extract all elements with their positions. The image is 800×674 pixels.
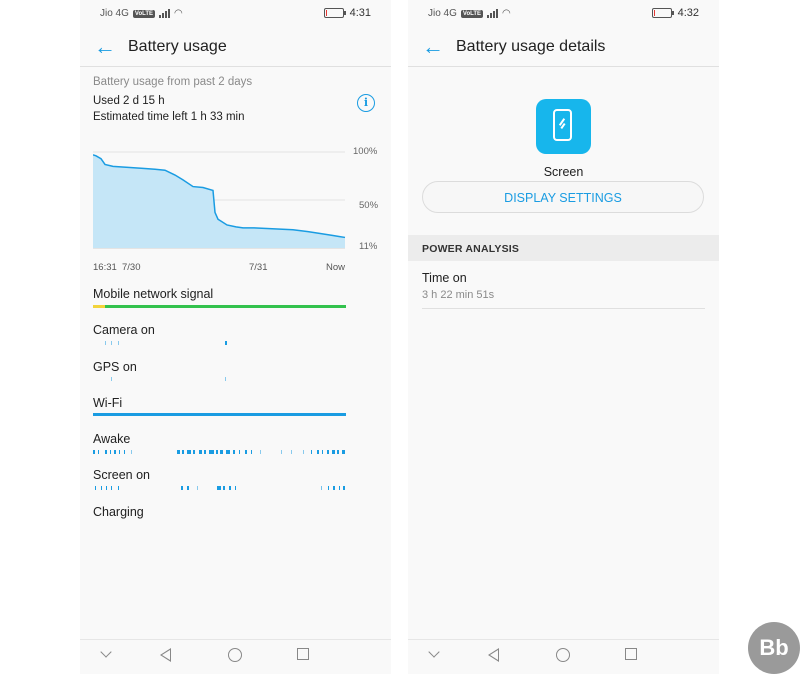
gps-activity-ticks <box>93 377 346 381</box>
used-duration: Used 2 d 15 h <box>93 95 165 107</box>
x-tick-label: Now <box>326 262 346 273</box>
usage-period-label: Battery usage from past 2 days <box>93 76 253 88</box>
title-bar: ← Battery usage details <box>408 30 719 67</box>
y-tick-label: 50% <box>359 200 379 211</box>
time-on-value: 3 h 22 min 51s <box>422 289 495 301</box>
nav-recents-icon[interactable] <box>297 648 309 660</box>
screen-activity-ticks <box>93 486 346 490</box>
row-gps-on: GPS on <box>93 360 137 374</box>
row-awake: Awake <box>93 432 131 446</box>
battery-level-chart: 100% 50% 11% 16:31 7/30 7/31 Now <box>93 140 383 280</box>
time-on-label: Time on <box>422 271 467 285</box>
signal-icon <box>159 9 171 18</box>
navigation-bar <box>408 639 719 674</box>
nav-home-icon[interactable] <box>556 648 570 662</box>
power-analysis-header: POWER ANALYSIS <box>422 243 520 255</box>
phone-screen-icon <box>553 109 572 141</box>
signal-strength-bar <box>93 305 346 308</box>
section-header: POWER ANALYSIS <box>408 235 719 261</box>
watermark-logo: Bb <box>748 622 800 674</box>
volte-badge: VoLTE <box>460 9 484 18</box>
battery-level-area <box>93 154 345 248</box>
page-title: Battery usage details <box>456 38 606 55</box>
row-screen-on: Screen on <box>93 468 150 482</box>
title-bar: ← Battery usage <box>80 30 391 67</box>
status-bar: Jio 4G VoLTE ◠ 4:32 <box>408 0 719 26</box>
back-arrow-icon[interactable]: ← <box>422 34 444 60</box>
signal-icon <box>487 9 499 18</box>
battery-usage-screen: Jio 4G VoLTE ◠ 4:31 ← Battery usage Batt… <box>80 0 391 674</box>
carrier-label: Jio 4G <box>100 8 129 19</box>
navigation-bar <box>80 639 391 674</box>
y-tick-label: 100% <box>353 146 378 157</box>
row-mobile-network-signal: Mobile network signal <box>93 287 214 301</box>
divider <box>422 308 705 309</box>
x-tick-label: 7/30 <box>122 262 141 273</box>
row-camera-on: Camera on <box>93 323 155 337</box>
info-icon[interactable]: i <box>357 94 375 112</box>
nav-back-icon[interactable] <box>160 648 171 662</box>
back-arrow-icon[interactable]: ← <box>94 34 116 60</box>
nav-down-icon[interactable] <box>100 646 112 658</box>
display-settings-button[interactable]: DISPLAY SETTINGS <box>422 181 704 213</box>
chart-svg <box>93 151 346 249</box>
camera-activity-ticks <box>93 341 346 345</box>
x-tick-label: 7/31 <box>249 262 268 273</box>
nav-back-icon[interactable] <box>488 648 499 662</box>
wifi-activity-bar <box>93 413 346 416</box>
clock: 4:31 <box>349 7 371 19</box>
awake-activity-ticks <box>93 450 346 454</box>
x-tick-label: 16:31 <box>93 262 117 273</box>
nav-recents-icon[interactable] <box>625 648 637 660</box>
clock: 4:32 <box>677 7 699 19</box>
row-charging: Charging <box>93 505 144 519</box>
estimated-time-left: Estimated time left 1 h 33 min <box>93 111 245 123</box>
row-wifi: Wi-Fi <box>93 396 123 410</box>
nav-home-icon[interactable] <box>228 648 242 662</box>
battery-icon <box>323 8 346 18</box>
nav-down-icon[interactable] <box>428 646 440 658</box>
wifi-icon: ◠ <box>502 8 511 19</box>
carrier-label: Jio 4G <box>428 8 457 19</box>
y-tick-label: 11% <box>359 241 378 252</box>
wifi-icon: ◠ <box>174 8 183 19</box>
battery-icon <box>651 8 674 18</box>
volte-badge: VoLTE <box>132 9 156 18</box>
battery-usage-details-screen: Jio 4G VoLTE ◠ 4:32 ← Battery usage deta… <box>408 0 719 674</box>
page-title: Battery usage <box>128 38 227 55</box>
screen-app-icon <box>536 99 591 154</box>
signal-low-segment <box>93 305 105 308</box>
app-name: Screen <box>543 165 584 179</box>
status-bar: Jio 4G VoLTE ◠ 4:31 <box>80 0 391 26</box>
